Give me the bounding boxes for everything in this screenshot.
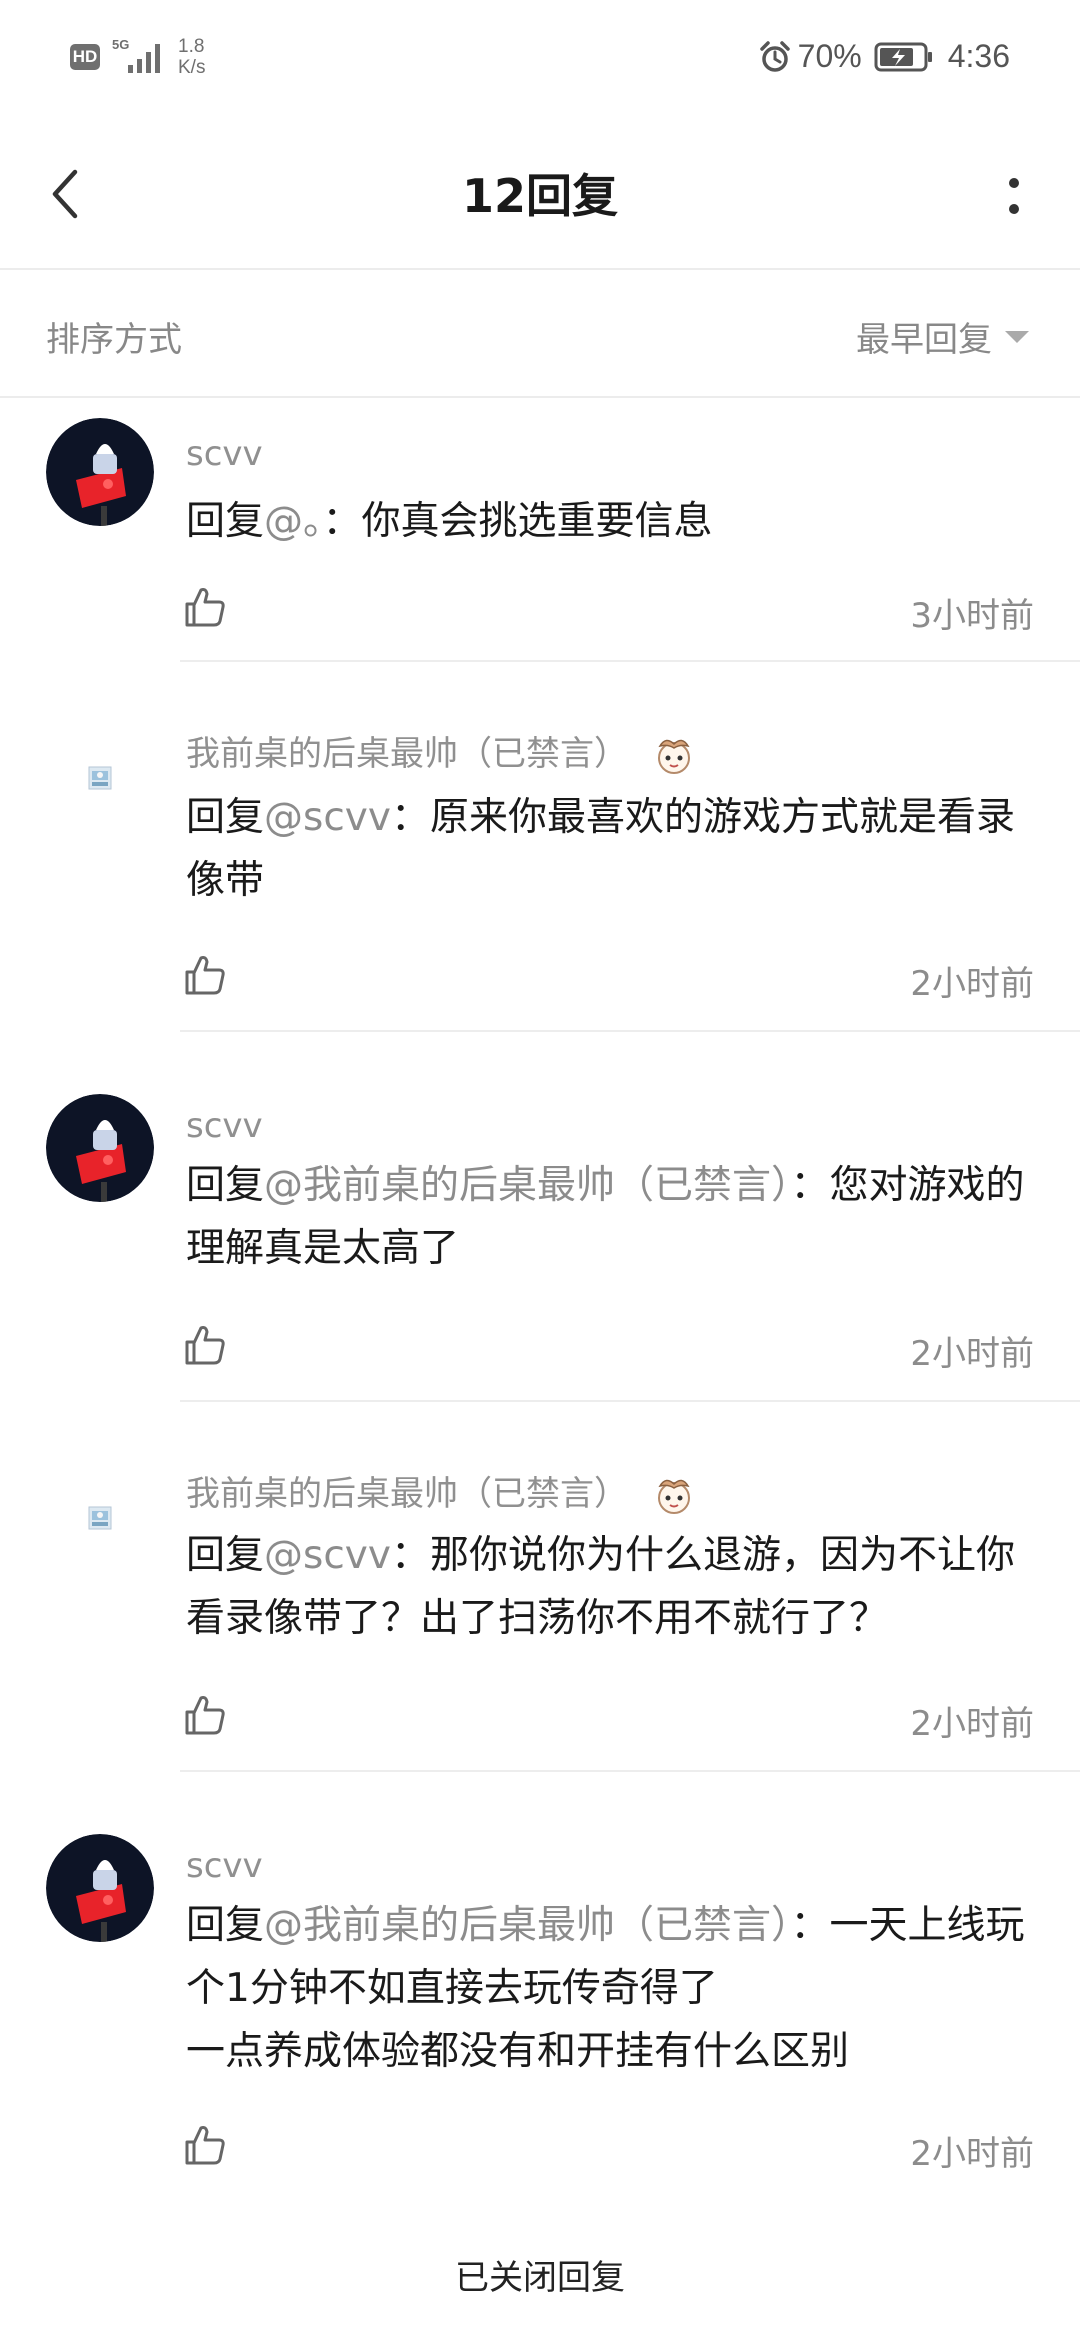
avatar[interactable] [88,766,112,790]
mention-link[interactable]: @scvv [264,795,391,840]
comment-text: 回复@scvv：那你说你为什么退游，因为不让你看录像带了？出了扫荡你不用不就行了… [186,1524,1034,1650]
username[interactable]: scvv [186,1106,263,1146]
comment-timestamp: 2小时前 [910,1334,1034,1374]
header: 12回复 [0,124,1080,270]
alarm-icon [759,40,790,72]
thumbs-up-icon [185,2126,225,2165]
thumbs-up-icon [185,956,225,995]
username-text: 我前桌的后桌最帅（已禁言） [186,1474,628,1514]
avatar[interactable] [46,1834,154,1942]
sort-label: 排序方式 [46,320,182,360]
comment-text: 回复@我前桌的后桌最帅（已禁言）：您对游戏的理解真是太高了 [186,1154,1034,1280]
mention-link[interactable]: @我前桌的后桌最帅（已禁言） [264,1903,791,1948]
username[interactable]: 我前桌的后桌最帅（已禁言） [186,1466,698,1520]
divider [180,1030,1080,1032]
comment-text: 回复@scvv：原来你最喜欢的游戏方式就是看录像带 [186,786,1034,912]
comment-item: scvv 回复@。：你真会挑选重要信息 3小时前 [0,396,1080,662]
like-button[interactable] [180,950,230,1000]
status-bar: HD 5G 1.8 K/s 70% 4:36 [0,0,1080,124]
comment-timestamp: 2小时前 [910,2134,1034,2174]
status-bar-left: HD 5G 1.8 K/s [70,36,205,78]
network-speed-value: 1.8 [178,36,205,57]
like-button[interactable] [180,1320,230,1370]
comment-item: 我前桌的后桌最帅（已禁言） 回复@scvv：原来你最喜欢的游戏方式就是看录像带 … [0,664,1080,1032]
hd-badge: HD [70,44,100,70]
like-button[interactable] [180,582,230,632]
thumbs-up-icon [185,1326,225,1365]
more-button[interactable] [984,164,1044,228]
clock: 4:36 [947,38,1010,74]
username-text: 我前桌的后桌最帅（已禁言） [186,734,628,774]
comment-text: 回复@我前桌的后桌最帅（已禁言）：一天上线玩个1分钟不如直接去玩传奇得了 一点养… [186,1894,1034,2083]
avatar-image [88,766,112,790]
avatar[interactable] [46,418,154,526]
comment-item: scvv 回复@我前桌的后桌最帅（已禁言）：一天上线玩个1分钟不如直接去玩传奇得… [0,1774,1080,2194]
reply-prefix: 回复 [186,1163,265,1208]
sort-dropdown[interactable]: 最早回复 [856,312,1030,361]
mention-link[interactable]: @scvv [264,1533,391,1578]
comment-text: 回复@。：你真会挑选重要信息 [186,490,1034,553]
like-button[interactable] [180,1690,230,1740]
avatar[interactable] [46,1094,154,1202]
username[interactable]: scvv [186,434,263,474]
divider [180,1770,1080,1772]
page-title: 12回复 [461,169,618,223]
mention-link[interactable]: @。 [264,499,323,544]
status-bar-right: 70% 4:36 [758,38,1010,75]
more-vertical-icon [1009,178,1019,214]
avatar-image [88,1506,112,1530]
caret-down-icon [1005,330,1029,343]
reply-prefix: 回复 [186,1903,265,1948]
replies-closed-note: 已关闭回复 [455,2258,625,2298]
avatar-image [46,418,154,526]
mention-link[interactable]: @我前桌的后桌最帅（已禁言） [264,1163,791,1208]
user-badge-icon [650,732,698,780]
reply-prefix: 回复 [186,499,265,544]
network-speed: 1.8 K/s [178,36,205,78]
signal-icon: 5G [112,37,164,77]
comment-item: scvv 回复@我前桌的后桌最帅（已禁言）：您对游戏的理解真是太高了 2小时前 [0,1034,1080,1402]
like-button[interactable] [180,2120,230,2170]
battery-percent: 70% [797,38,862,74]
username[interactable]: 我前桌的后桌最帅（已禁言） [186,726,698,780]
thumbs-up-icon [185,588,225,627]
user-badge-icon [650,1472,698,1520]
divider [180,660,1080,662]
avatar-image [46,1834,154,1942]
reply-prefix: 回复 [186,795,265,840]
network-speed-unit: K/s [178,57,206,78]
comment-timestamp: 2小时前 [910,964,1034,1004]
signal-bars-icon [128,44,160,73]
sort-value: 最早回复 [856,320,992,360]
sort-bar: 排序方式 最早回复 [0,270,1080,398]
battery-icon [874,42,932,71]
comment-item: 我前桌的后桌最帅（已禁言） 回复@scvv：那你说你为什么退游，因为不让你看录像… [0,1404,1080,1772]
thumbs-up-icon [185,1696,225,1735]
avatar[interactable] [88,1506,112,1530]
comment-body: ：你真会挑选重要信息 [322,499,713,544]
divider [180,1400,1080,1402]
avatar-image [46,1094,154,1202]
reply-prefix: 回复 [186,1533,265,1578]
comment-timestamp: 2小时前 [910,1704,1034,1744]
username[interactable]: scvv [186,1846,263,1886]
comment-timestamp: 3小时前 [910,596,1034,636]
